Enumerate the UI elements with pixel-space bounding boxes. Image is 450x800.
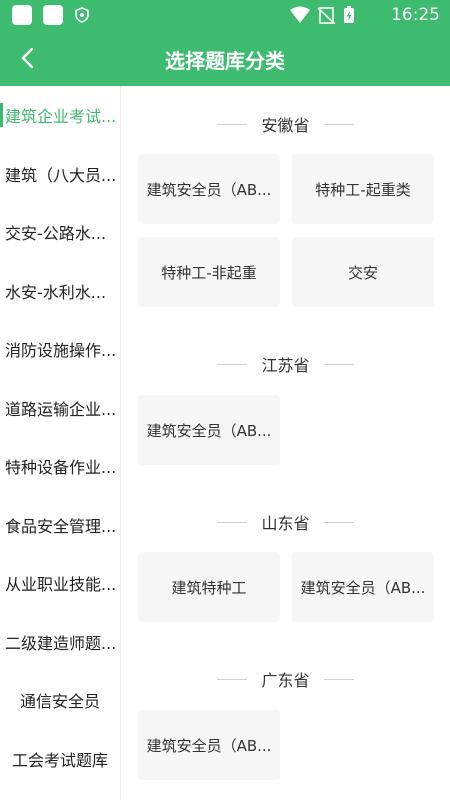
category-card[interactable]: 建筑安全员（AB... xyxy=(138,154,280,224)
sidebar-item-label: 工会考试题库 xyxy=(11,750,108,770)
category-card[interactable]: 特种工-非起重 xyxy=(138,237,280,307)
category-card[interactable]: 建筑特种工 xyxy=(138,552,280,622)
app-bar: 选择题库分类 xyxy=(0,30,450,86)
sidebar-item-label: 建筑企业考试... xyxy=(5,107,117,127)
category-content: 安徽省 建筑安全员（AB... 特种工-起重类 特种工-非起重 交安 江苏省 建… xyxy=(121,86,450,800)
province-header: 广东省 xyxy=(121,666,450,692)
sidebar-item-label: 建筑（八大员... xyxy=(5,165,117,185)
province-name: 江苏省 xyxy=(261,356,310,375)
sidebar-item-water-safety[interactable]: 水安-水利水... xyxy=(0,262,120,321)
sidebar-item-label: 道路运输企业... xyxy=(5,399,117,419)
page-title: 选择题库分类 xyxy=(165,49,285,73)
sidebar-item-label: 消防设施操作... xyxy=(5,341,117,361)
province-header: 山东省 xyxy=(121,509,450,535)
notification-icon xyxy=(12,5,32,25)
status-bar: 16:25 xyxy=(0,0,450,30)
sidebar-item-road-transport[interactable]: 道路运输企业... xyxy=(0,379,120,438)
sidebar-item-label: 从业职业技能... xyxy=(5,575,117,595)
province-name: 山东省 xyxy=(261,514,310,533)
sidebar-item-union-exam[interactable]: 工会考试题库 xyxy=(0,730,120,789)
category-card[interactable]: 交安 xyxy=(292,237,434,307)
status-icons xyxy=(290,6,354,24)
sidebar-item-label: 交安-公路水... xyxy=(5,224,107,244)
sidebar-item-construction-eight[interactable]: 建筑（八大员... xyxy=(0,145,120,204)
sidebar-item-label: 特种设备作业... xyxy=(5,458,117,478)
divider xyxy=(323,521,354,523)
divider xyxy=(323,678,354,680)
sidebar-item-second-class-builder[interactable]: 二级建造师题... xyxy=(0,613,120,672)
wifi-icon xyxy=(290,6,310,23)
status-time: 16:25 xyxy=(391,5,440,25)
category-card[interactable]: 建筑安全员（AB... xyxy=(138,395,280,465)
divider xyxy=(323,123,354,125)
province-name: 安徽省 xyxy=(261,116,310,135)
category-card[interactable]: 特种工-起重类 xyxy=(292,154,434,224)
shield-icon xyxy=(75,7,89,23)
sidebar-item-vocational-skills[interactable]: 从业职业技能... xyxy=(0,554,120,613)
sidebar-item-construction-enterprise[interactable]: 建筑企业考试... xyxy=(0,86,120,145)
divider xyxy=(323,363,354,365)
province-header: 安徽省 xyxy=(121,111,450,137)
province-header: 江苏省 xyxy=(121,351,450,377)
divider xyxy=(217,521,248,523)
category-card[interactable]: 建筑安全员（AB... xyxy=(292,552,434,622)
divider xyxy=(217,363,248,365)
notification-icon xyxy=(43,5,63,25)
divider xyxy=(217,123,248,125)
sidebar-item-traffic-safety[interactable]: 交安-公路水... xyxy=(0,203,120,262)
sidebar-item-label: 通信安全员 xyxy=(19,692,100,712)
sidebar-item-label: 食品安全管理... xyxy=(5,516,117,536)
sidebar-item-fire-facilities[interactable]: 消防设施操作... xyxy=(0,320,120,379)
sidebar-item-special-equipment[interactable]: 特种设备作业... xyxy=(0,437,120,496)
sidebar-item-label: 二级建造师题... xyxy=(5,633,117,653)
sidebar-item-food-safety[interactable]: 食品安全管理... xyxy=(0,496,120,555)
active-indicator xyxy=(0,103,3,127)
category-card[interactable]: 建筑安全员（AB... xyxy=(138,710,280,780)
divider xyxy=(217,678,248,680)
sidebar-item-label: 水安-水利水... xyxy=(5,282,107,302)
sidebar-item-telecom-safety[interactable]: 通信安全员 xyxy=(0,671,120,730)
province-name: 广东省 xyxy=(261,671,310,690)
category-sidebar: 建筑企业考试... 建筑（八大员... 交安-公路水... 水安-水利水... … xyxy=(0,86,121,800)
